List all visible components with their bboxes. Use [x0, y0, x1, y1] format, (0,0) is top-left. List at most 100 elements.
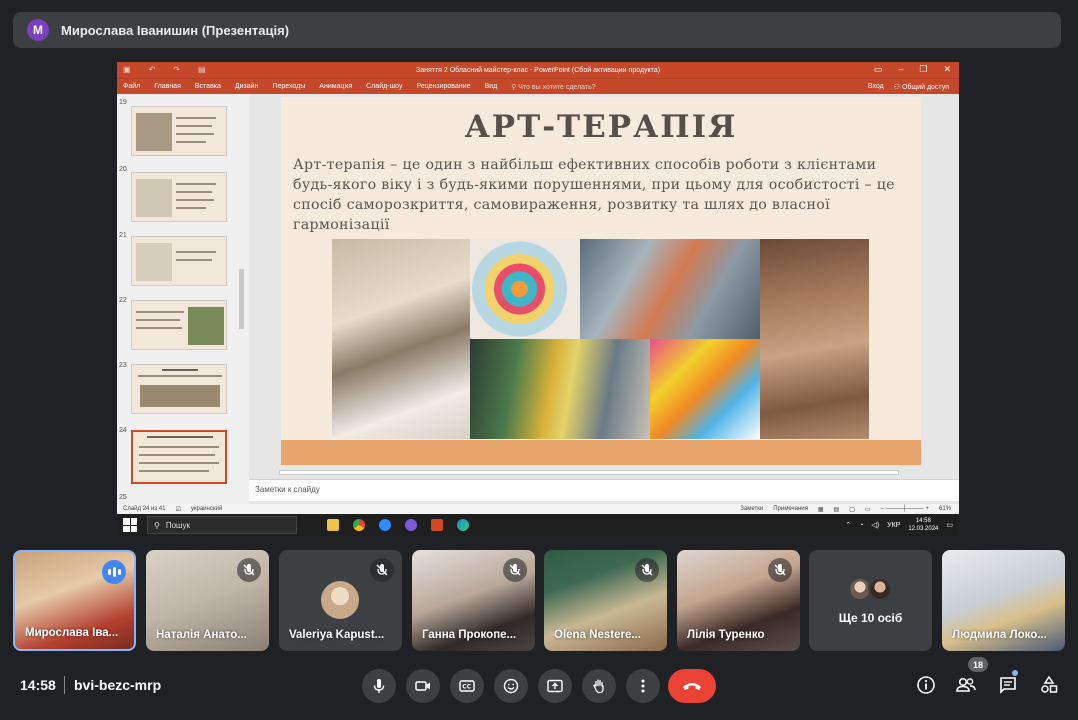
tell-me-label: Что вы хотите сделать?	[518, 83, 596, 91]
zoom-slider[interactable]: – ────┼──── +	[881, 506, 929, 513]
share-label: Общий доступ	[901, 83, 949, 91]
people-button[interactable]	[953, 672, 979, 698]
tell-me-field[interactable]: ⚲ Что вы хотите сделать?	[511, 83, 595, 91]
file-explorer-icon[interactable]	[327, 519, 339, 531]
slideshow-view-icon[interactable]: ▭	[865, 506, 871, 513]
slide-thumbnail[interactable]	[131, 172, 227, 222]
notes-placeholder: Заметки к слайду	[255, 485, 320, 494]
redo-icon[interactable]: ↷	[173, 65, 180, 74]
slide-thumbnail[interactable]	[131, 364, 227, 414]
thumbnail-pane: 19 20 21 22 23 24 25	[117, 94, 249, 504]
participant-tile[interactable]: Людмила Локо...	[942, 550, 1065, 651]
powerpoint-icon[interactable]	[431, 519, 443, 531]
volume-icon[interactable]: ◁)	[871, 521, 879, 529]
tab-design[interactable]: Дизайн	[235, 83, 259, 90]
photo-clay-hands	[760, 239, 869, 439]
zoom-app-icon[interactable]	[379, 519, 391, 531]
speaking-indicator-icon	[102, 560, 126, 584]
participant-tile[interactable]: Мирослава Іва...	[13, 550, 136, 651]
thumbnail-scrollbar[interactable]	[239, 269, 244, 329]
ppt-window-title: Заняття 2 Обласний майстер-клас - PowerP…	[415, 66, 661, 74]
tab-review[interactable]: Рецензирование	[416, 83, 470, 90]
raise-hand-button[interactable]	[582, 669, 616, 703]
tab-view[interactable]: Вид	[485, 83, 498, 90]
slide-footer-band	[281, 440, 921, 465]
system-tray: ⌃ ◔ ◁) УКР 14:58 12.03.2024 ▭	[845, 514, 953, 536]
art-therapy-collage	[332, 239, 869, 439]
notes-pane[interactable]: Заметки к слайду	[249, 479, 959, 501]
participant-name: Лілія Туренко	[687, 629, 765, 641]
windows-start-icon[interactable]	[123, 518, 137, 532]
notes-toggle[interactable]: Заметки	[740, 506, 763, 513]
shared-screen: ▣ ↶ ↷ ▤ Заняття 2 Обласний майстер-клас …	[117, 62, 959, 536]
participant-tile[interactable]: Лілія Туренко	[677, 550, 800, 651]
slide-title: АРТ-ТЕРАПІЯ	[464, 109, 738, 145]
chat-button[interactable]	[995, 672, 1021, 698]
present-icon[interactable]: ▤	[198, 65, 206, 74]
taskbar-search[interactable]: ⚲ Пошук	[147, 516, 297, 534]
slide-thumbnail[interactable]	[131, 236, 227, 286]
thumb-number: 23	[119, 362, 127, 369]
wifi-icon[interactable]: ◔	[859, 522, 863, 529]
reading-view-icon[interactable]: ▢	[849, 506, 855, 513]
microphone-button[interactable]	[362, 669, 396, 703]
ribbon-options-icon[interactable]: ▭	[874, 64, 883, 75]
participant-tile[interactable]: Olena Nestere...	[544, 550, 667, 651]
sign-in-link[interactable]: Вход	[868, 83, 884, 91]
chat-icon	[1000, 677, 1016, 694]
minimize-icon[interactable]: –	[898, 64, 903, 75]
activities-button[interactable]	[1036, 672, 1062, 698]
viber-icon[interactable]	[405, 519, 417, 531]
tab-file[interactable]: Файл	[123, 83, 140, 90]
meeting-info-button[interactable]	[913, 672, 939, 698]
language-indicator-tray[interactable]: УКР	[887, 522, 900, 529]
share-button[interactable]: ⚇ Общий доступ	[894, 83, 949, 91]
tab-slideshow[interactable]: Слайд-шоу	[366, 83, 402, 90]
tab-transitions[interactable]: Переходы	[272, 83, 305, 90]
edge-icon[interactable]	[457, 519, 469, 531]
slide-thumbnail-current[interactable]	[131, 430, 227, 484]
reactions-button[interactable]	[494, 669, 528, 703]
others-avatars	[848, 577, 892, 601]
chrome-icon[interactable]	[353, 519, 365, 531]
close-icon[interactable]: ✕	[943, 64, 951, 75]
sorter-view-icon[interactable]: ▤	[834, 506, 840, 513]
save-icon[interactable]: ▣	[123, 65, 131, 74]
comments-toggle[interactable]: Примечания	[773, 506, 808, 513]
taskbar-date: 12.03.2024	[908, 526, 939, 532]
ppt-ribbon: Файл Главная Вставка Дизайн Переходы Ани…	[117, 78, 959, 94]
participant-name: Valeriya Kapust...	[289, 629, 385, 641]
undo-icon[interactable]: ↶	[149, 65, 156, 74]
tray-chevron-icon[interactable]: ⌃	[845, 521, 851, 529]
tab-insert[interactable]: Вставка	[195, 83, 221, 90]
zoom-level[interactable]: 61%	[939, 506, 951, 513]
maximize-icon[interactable]: ❐	[919, 64, 927, 75]
avatar	[868, 577, 892, 601]
end-call-icon	[683, 683, 701, 690]
tab-home[interactable]: Главная	[154, 83, 181, 90]
tab-animations[interactable]: Анимация	[319, 83, 352, 90]
horizontal-scrollbar[interactable]	[249, 468, 949, 476]
participant-name: Olena Nestere...	[554, 629, 641, 641]
spellcheck-icon[interactable]: ☑	[175, 506, 180, 513]
slide-thumbnail[interactable]	[131, 106, 227, 156]
thumb-number: 25	[119, 494, 127, 501]
present-button[interactable]	[538, 669, 572, 703]
notifications-icon[interactable]: ▭	[946, 521, 953, 529]
camera-button[interactable]	[406, 669, 440, 703]
participant-tile[interactable]: Наталія Анато...	[146, 550, 269, 651]
taskbar-clock[interactable]: 14:58 12.03.2024	[908, 517, 938, 533]
more-participants-tile[interactable]: Ще 10 осіб	[809, 550, 932, 651]
photo-painting-hand	[580, 239, 760, 339]
normal-view-icon[interactable]: ▦	[818, 506, 824, 513]
window-controls: ▭ – ❐ ✕	[874, 64, 951, 75]
captions-button[interactable]: CC	[450, 669, 484, 703]
leave-call-button[interactable]	[668, 669, 716, 703]
language-indicator[interactable]: украинский	[191, 506, 222, 512]
meeting-code: bvi-bezc-mrp	[74, 677, 162, 693]
slide-thumbnail[interactable]	[131, 300, 227, 350]
participant-tile[interactable]: Valeriya Kapust...	[279, 550, 402, 651]
participant-tile[interactable]: Ганна Прокопе...	[412, 550, 535, 651]
more-options-button[interactable]	[626, 669, 660, 703]
slide-canvas[interactable]: АРТ-ТЕРАПІЯ Арт-терапія – це один з найб…	[281, 97, 921, 465]
